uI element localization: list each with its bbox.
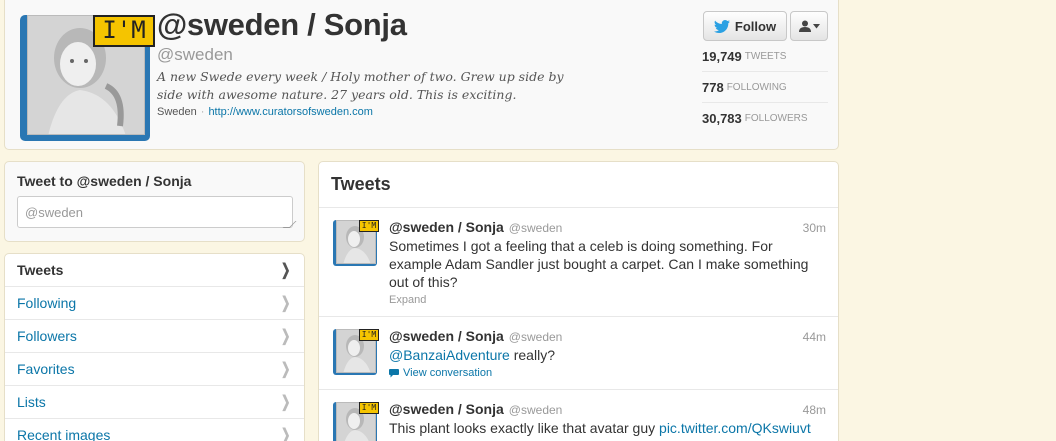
chevron-right-icon: ❯ [280, 295, 290, 312]
profile-header: I'M @sweden / Sonja @sweden A new Swede … [4, 0, 839, 150]
nav-item-label: Following [17, 295, 77, 311]
tweet-input[interactable] [17, 196, 293, 228]
tweet-author-name[interactable]: @sweden / Sonja [389, 328, 504, 344]
nav-item-label: Followers [17, 328, 77, 344]
stat-label: FOLLOWING [726, 81, 787, 93]
tweet-author-name[interactable]: @sweden / Sonja [389, 219, 504, 235]
im-badge: I'M [359, 329, 379, 341]
tweet-timestamp[interactable]: 30m [803, 221, 826, 235]
tweet-item[interactable]: I'M @sweden / Sonja @sweden 30m Sometime… [319, 208, 838, 317]
stat-label: FOLLOWERS [744, 113, 808, 124]
nav-item-label: Lists [17, 394, 46, 410]
nav-item-label: Favorites [17, 361, 75, 377]
stat-followers[interactable]: 30,783 FOLLOWERS [702, 103, 828, 134]
tweet-text-rest: really? [509, 347, 555, 363]
profile-stats: 19,749 TWEETS 778 FOLLOWING 30,783 FOLLOWER… [702, 41, 828, 134]
tweet-avatar[interactable]: I'M [333, 220, 379, 266]
person-icon [798, 20, 811, 32]
tweet-header: @sweden / Sonja @sweden 44m [389, 328, 826, 344]
nav-item-favorites[interactable]: Favorites ❯ [5, 353, 304, 386]
follow-label: Follow [734, 18, 777, 34]
tweet-author-handle[interactable]: @sweden [509, 221, 563, 235]
tweet-timestamp[interactable]: 48m [803, 403, 826, 417]
profile-location: Sweden [157, 106, 197, 118]
tweet-header: @sweden / Sonja @sweden 30m [389, 219, 826, 235]
tweet-text: This plant looks exactly like that avata… [389, 419, 826, 437]
stat-value: 19,749 [702, 48, 742, 64]
timeline-title: Tweets [319, 162, 838, 208]
user-actions-button[interactable] [790, 11, 828, 41]
profile-nav: Tweets ❯ Following ❯ Followers ❯ Favorites ❯… [4, 253, 305, 441]
stat-following[interactable]: 778 FOLLOWING [702, 72, 828, 103]
tweet-to-box: Tweet to @sweden / Sonja [4, 161, 305, 242]
tweet-box-title: Tweet to @sweden / Sonja [17, 173, 192, 189]
caret-down-icon [812, 23, 820, 28]
follow-button[interactable]: Follow [703, 11, 787, 41]
mention-link[interactable]: @BanzaiAdventure [389, 347, 510, 363]
meta-separator: · [200, 106, 205, 118]
tweet-author-handle[interactable]: @sweden [509, 330, 563, 344]
profile-avatar[interactable]: I'M [20, 15, 155, 141]
tweet-header: @sweden / Sonja @sweden 48m [389, 401, 826, 417]
profile-name: @sweden / Sonja [157, 7, 407, 42]
chevron-right-icon: ❯ [280, 361, 290, 378]
tweet-expand-link[interactable]: Expand [389, 294, 826, 306]
stat-value: 778 [702, 79, 724, 95]
stat-value: 30,783 [702, 111, 742, 126]
tweet-text-body: This plant looks exactly like that avata… [389, 420, 660, 436]
profile-meta: Sweden · http://www.curatorsofsweden.com [157, 106, 373, 118]
nav-item-following[interactable]: Following ❯ [5, 287, 304, 320]
tweet-text: @BanzaiAdventure really? [389, 346, 826, 364]
tweet-timestamp[interactable]: 44m [803, 330, 826, 344]
tweet-author-handle[interactable]: @sweden [509, 403, 563, 417]
chevron-right-icon: ❯ [280, 427, 290, 441]
expand-label: Expand [389, 294, 427, 306]
nav-item-label: Recent images [17, 427, 111, 441]
chevron-right-icon: ❯ [280, 262, 290, 279]
nav-item-label: Tweets [17, 262, 64, 278]
im-badge: I'M [359, 402, 379, 414]
im-badge: I'M [359, 220, 379, 232]
profile-url[interactable]: http://www.curatorsofsweden.com [208, 106, 372, 118]
profile-handle: @sweden [157, 45, 233, 64]
speech-bubble-icon [389, 368, 399, 377]
nav-item-tweets[interactable]: Tweets ❯ [5, 254, 304, 287]
nav-item-followers[interactable]: Followers ❯ [5, 320, 304, 353]
nav-item-lists[interactable]: Lists ❯ [5, 386, 304, 419]
tweet-avatar[interactable]: I'M [333, 329, 379, 375]
chevron-right-icon: ❯ [280, 328, 290, 345]
view-conversation-link[interactable]: View conversation [389, 367, 826, 379]
profile-bio: A new Swede every week / Holy mother of … [157, 69, 564, 102]
stat-label: TWEETS [744, 50, 787, 62]
nav-item-recent-images[interactable]: Recent images ❯ [5, 419, 304, 441]
tweet-item[interactable]: I'M @sweden / Sonja @sweden 48m This pla… [319, 390, 838, 441]
pic-link[interactable]: pic.twitter.com/QKswiuvt [659, 420, 811, 436]
view-conversation-label: View conversation [403, 367, 493, 379]
tweet-author-name[interactable]: @sweden / Sonja [389, 401, 504, 417]
tweets-timeline: Tweets I'M @sweden / Sonja @sweden 30m S… [318, 161, 839, 441]
chevron-right-icon: ❯ [280, 394, 290, 411]
tweet-avatar[interactable]: I'M [333, 402, 379, 441]
im-badge: I'M [93, 15, 155, 47]
tweet-item[interactable]: I'M @sweden / Sonja @sweden 44m @BanzaiA… [319, 317, 838, 390]
tweet-text: Sometimes I got a feeling that a celeb i… [389, 238, 809, 290]
twitter-bird-icon [713, 19, 730, 33]
stat-tweets[interactable]: 19,749 TWEETS [702, 41, 828, 72]
